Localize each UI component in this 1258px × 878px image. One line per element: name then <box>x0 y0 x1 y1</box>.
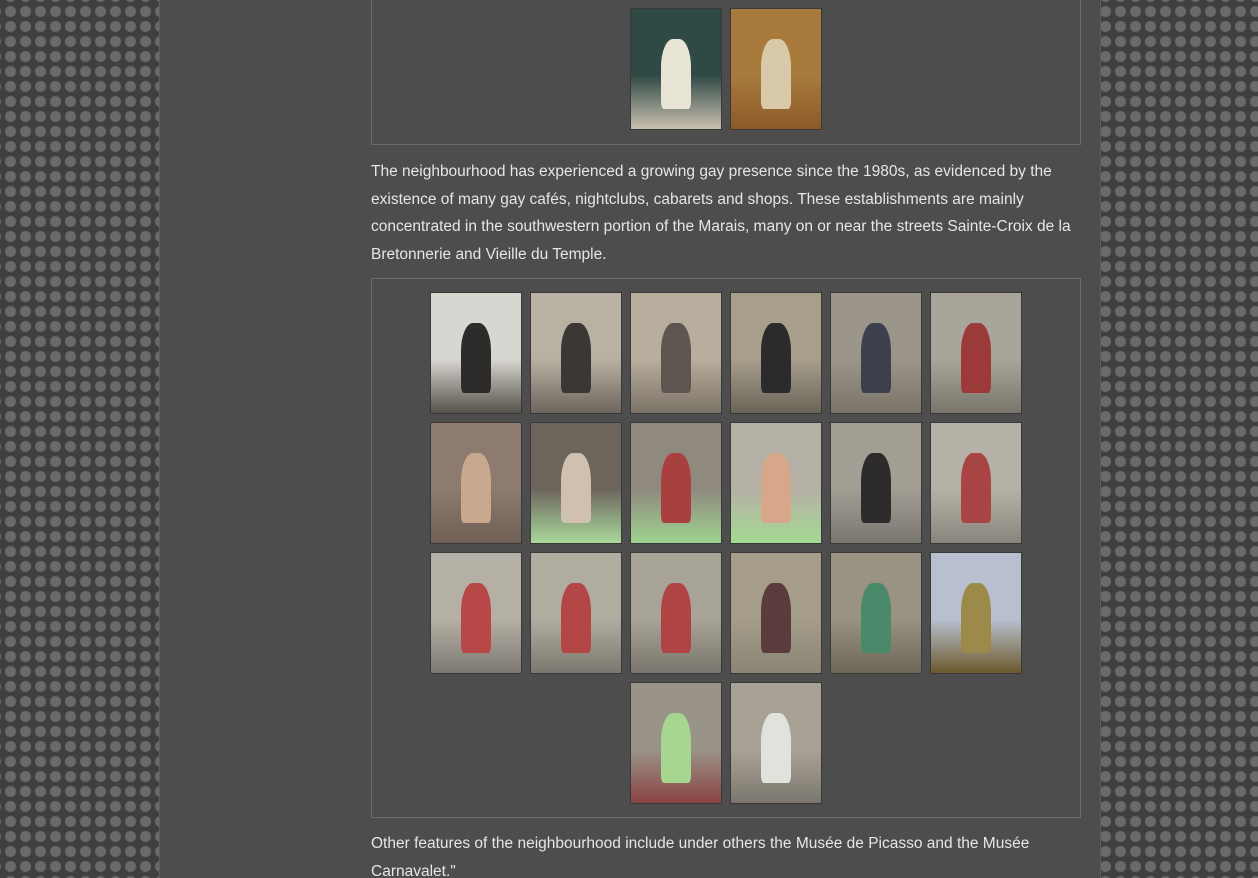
girls-photo-thumbnail[interactable] <box>431 553 521 673</box>
facade-photo-thumbnail[interactable] <box>831 553 921 673</box>
photo-subject <box>961 583 991 653</box>
harlequin-painting-thumbnail[interactable] <box>731 9 821 129</box>
photo-subject <box>461 323 491 393</box>
photo-subject <box>661 583 691 653</box>
article-paragraph: The neighbourhood has experienced a grow… <box>371 163 1071 263</box>
photo-subject <box>761 583 791 653</box>
photo-subject <box>461 453 491 523</box>
girls-photo-thumbnail[interactable] <box>931 423 1021 543</box>
courtyard-photo-thumbnail[interactable] <box>631 293 721 413</box>
portrait-photo-thumbnail[interactable] <box>731 423 821 543</box>
gallery-row <box>372 553 1080 673</box>
gallery-row <box>372 683 1080 803</box>
gallery-row <box>372 423 1080 543</box>
courtyard-photo-thumbnail[interactable] <box>431 293 521 413</box>
stained-window-photo-thumbnail[interactable] <box>731 293 821 413</box>
photo-subject <box>861 453 891 523</box>
portrait-photo-thumbnail[interactable] <box>531 423 621 543</box>
building-sky-photo-thumbnail[interactable] <box>931 553 1021 673</box>
girls-photo-thumbnail[interactable] <box>931 293 1021 413</box>
group-photo-thumbnail[interactable] <box>731 683 821 803</box>
photo-subject <box>761 713 791 783</box>
gallery-row <box>372 293 1080 413</box>
photo-subject <box>861 583 891 653</box>
photo-subject <box>561 323 591 393</box>
photo-subject <box>561 453 591 523</box>
image-gallery-main <box>371 278 1081 818</box>
girls-photo-thumbnail[interactable] <box>531 553 621 673</box>
photo-subject <box>961 453 991 523</box>
portrait-photo-thumbnail[interactable] <box>631 423 721 543</box>
photo-subject <box>661 453 691 523</box>
gallery-row <box>372 9 1080 129</box>
photo-subject <box>561 583 591 653</box>
facade-photo-thumbnail[interactable] <box>731 553 821 673</box>
photo-subject <box>761 453 791 523</box>
article-content: The neighbourhood has experienced a grow… <box>371 0 1081 878</box>
group-photo-thumbnail[interactable] <box>631 683 721 803</box>
courtyard-photo-thumbnail[interactable] <box>531 293 621 413</box>
courtyard-photo-thumbnail[interactable] <box>831 423 921 543</box>
girls-photo-thumbnail[interactable] <box>631 553 721 673</box>
photo-subject <box>661 713 691 783</box>
photo-subject <box>661 39 691 109</box>
courtyard-photo-thumbnail[interactable] <box>831 293 921 413</box>
photo-subject <box>761 323 791 393</box>
content-column: The neighbourhood has experienced a grow… <box>159 0 1101 878</box>
photo-subject <box>761 39 791 109</box>
photo-subject <box>461 583 491 653</box>
photo-subject <box>961 323 991 393</box>
photo-subject <box>661 323 691 393</box>
image-gallery-top <box>371 0 1081 145</box>
pierrot-statue-thumbnail[interactable] <box>631 9 721 129</box>
photo-subject <box>861 323 891 393</box>
article-paragraph: Other features of the neighbourhood incl… <box>371 835 1030 878</box>
portrait-photo-thumbnail[interactable] <box>431 423 521 543</box>
